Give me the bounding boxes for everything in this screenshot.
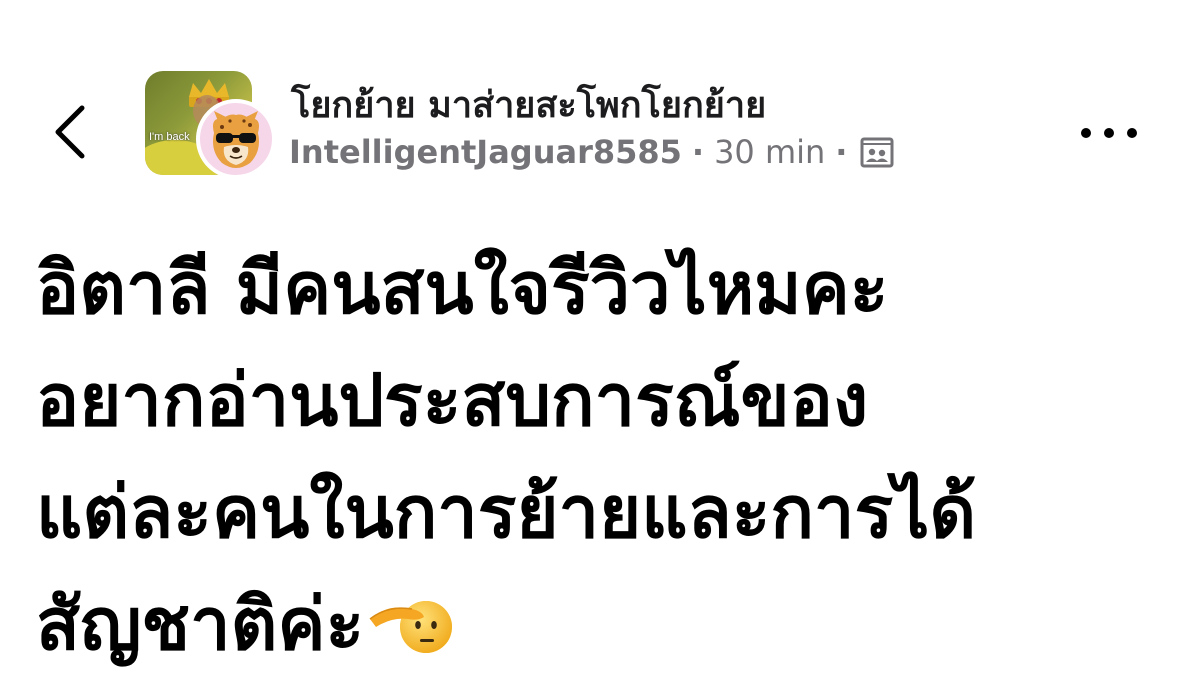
group-name[interactable]: โยกย้าย มาส่ายสะโพกโยกย้าย: [291, 76, 766, 133]
back-button[interactable]: [44, 100, 96, 164]
more-horizontal-icon: [1081, 128, 1137, 138]
post-line: แต่ละคนในการย้ายและการได้: [36, 470, 977, 554]
avatar-stack[interactable]: I'm back: [145, 71, 276, 181]
more-options-button[interactable]: [1078, 120, 1140, 146]
group-avatar-caption: I'm back: [149, 131, 190, 143]
photo-gallery-icon: [859, 134, 895, 170]
post-header: I'm back โยกย้าย มาส่ายสะโพกโยกย้าย Inte: [0, 0, 1178, 200]
user-avatar[interactable]: [196, 99, 276, 179]
author-username[interactable]: IntelligentJaguar8585: [289, 133, 682, 171]
meta-separator: ·: [835, 133, 848, 171]
post-line-last: สัญชาติค่ะ: [36, 568, 1146, 680]
post-line: อิตาลี มีคนสนใจรีวิวไหมคะ: [36, 246, 889, 330]
meta-separator: ·: [691, 133, 705, 171]
post-line: อยากอ่านประสบการณ์ของ: [36, 358, 869, 442]
post-time: 30 min: [714, 133, 826, 171]
saluting-face-emoji: [368, 581, 453, 665]
chevron-left-icon: [55, 105, 85, 159]
post-meta: IntelligentJaguar8585 · 30 min ·: [289, 132, 895, 172]
post-text: อิตาลี มีคนสนใจรีวิวไหมคะ อยากอ่านประสบก…: [36, 232, 1146, 680]
jaguar-avatar-icon: [213, 111, 259, 168]
post-line-text: สัญชาติค่ะ: [36, 582, 365, 666]
